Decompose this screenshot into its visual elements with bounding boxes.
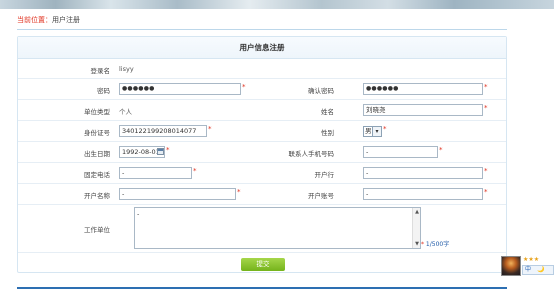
work-unit-textarea[interactable]: - ▲ ▼ [134,207,421,249]
required-mark: * [484,83,488,91]
widget-lang-label: 中 [525,266,532,273]
required-mark: * [421,241,424,248]
form-row-account: 开户名称 - * 开户账号 - * [18,184,506,205]
bank-label: 开户行 [314,171,335,179]
required-mark: * [484,104,488,112]
work-unit-value: - [137,210,140,218]
required-mark: * [484,167,488,175]
required-mark: * [383,125,387,133]
submit-button[interactable]: 提交 [241,258,285,271]
char-counter-text: 1/500字 [425,241,450,248]
bank-field[interactable]: - [363,167,483,179]
confirm-password-field[interactable]: ●●●●●● [363,83,483,95]
floating-widget[interactable]: ★★★ 中 🌙 [501,256,554,276]
divider [17,29,507,30]
form-row-password: 密码 ●●●●●● * 确认密码 ●●●●●● * [18,79,506,100]
widget-thumbnail [501,256,521,276]
login-name-label: 登录名 [90,67,111,75]
char-counter: * 1/500字 [421,239,449,248]
breadcrumb-current-page: 用户注册 [52,16,80,24]
name-label: 姓名 [321,108,334,116]
gender-select-value: 男 [365,127,372,135]
moon-icon: 🌙 [537,266,545,273]
work-unit-label: 工作单位 [84,226,110,234]
name-field[interactable]: 刘晓尧 [363,104,483,116]
footer-divider [17,287,507,289]
breadcrumb-prefix: 当前位置： [17,16,52,24]
form-title: 用户信息注册 [18,37,506,59]
scroll-up-icon[interactable]: ▲ [413,208,421,216]
chevron-down-icon: ▾ [372,127,381,136]
gender-label: 性别 [321,129,334,137]
textarea-scrollbar[interactable]: ▲ ▼ [412,208,420,248]
login-name-value: lisyy [119,65,134,73]
account-number-field[interactable]: - [363,188,483,200]
widget-toolbar[interactable]: 中 🌙 [522,265,554,275]
form-row-login: 登录名 lisyy [18,59,506,79]
account-number-label: 开户账号 [308,192,334,200]
form-row-birth: 出生日期 1992-08-01 * 联系人手机号码 - * [18,142,506,163]
confirm-password-label: 确认密码 [308,87,334,95]
form-row-id: 身份证号 340122199208014077 * 性别 男 ▾ * [18,121,506,142]
contact-mobile-label: 联系人手机号码 [288,150,335,158]
contact-mobile-field[interactable]: - [363,146,438,158]
star-rating-icon: ★★★ [523,256,540,263]
breadcrumb: 当前位置：用户注册 [17,15,80,25]
required-mark: * [439,146,443,154]
form-row-unit-type: 单位类型 个人 姓名 刘晓尧 * [18,100,506,121]
header-banner [0,0,554,9]
gender-select[interactable]: 男 ▾ [363,126,382,137]
required-mark: * [484,188,488,196]
scroll-down-icon[interactable]: ▼ [413,240,421,248]
form-row-landline: 固定电话 - * 开户行 - * [18,163,506,184]
registration-form: 用户信息注册 登录名 lisyy 密码 ●●●●●● * 确认密码 ●●●●●●… [17,36,507,273]
